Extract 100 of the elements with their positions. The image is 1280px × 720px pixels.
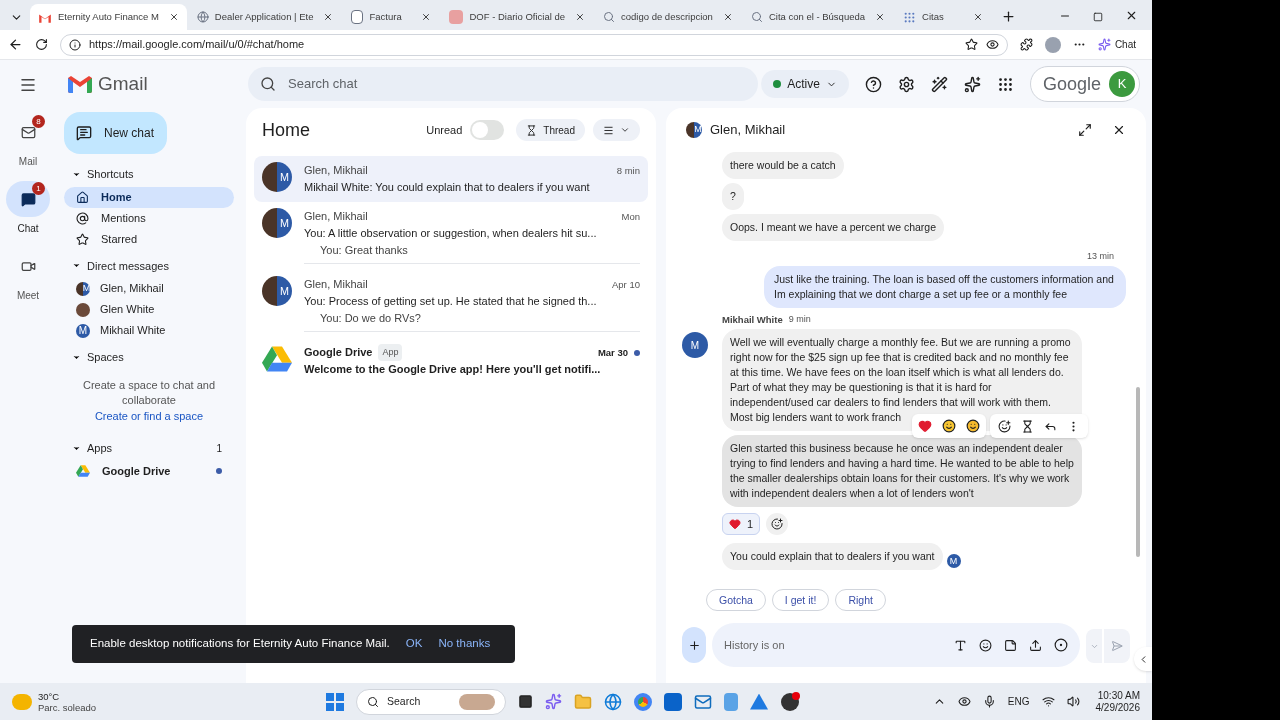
thread-icon[interactable] xyxy=(1021,419,1034,433)
drive-icon xyxy=(76,464,90,478)
nav-item[interactable]: Home xyxy=(64,186,234,208)
sticker-icon[interactable] xyxy=(1004,638,1017,652)
chrome-icon[interactable] xyxy=(634,692,652,711)
close-icon[interactable] xyxy=(168,12,179,22)
received-message: there would be a catch xyxy=(722,152,844,179)
rail-label: Mail xyxy=(18,155,38,169)
wifi-icon[interactable] xyxy=(1041,695,1055,708)
reaction-chip[interactable]: 1 xyxy=(722,513,761,535)
conversation-row[interactable]: Google Drive App Mar 30 Welcome to the Google Drive app! Here you'll get notifi... xyxy=(254,338,648,384)
settings-icon[interactable] xyxy=(897,75,915,93)
chat-title: Glen, Mikhail xyxy=(710,121,787,140)
search-icon xyxy=(750,11,763,23)
conversation-row[interactable]: M Glen, Mikhail Apr 10 You: Process of getting set up. He stated that he signed th... You: Do we do RVs? xyxy=(254,270,648,338)
message-input[interactable]: History is on xyxy=(712,623,1080,667)
close-icon[interactable] xyxy=(575,12,585,22)
restore-icon[interactable] xyxy=(1093,12,1103,22)
wand-icon[interactable] xyxy=(930,75,948,93)
apps-icon[interactable] xyxy=(996,75,1014,93)
contact-name[interactable]: Glen, Mikhail xyxy=(100,280,164,297)
profile-avatar[interactable] xyxy=(1044,36,1061,53)
help-icon[interactable] xyxy=(864,75,882,93)
record-icon[interactable] xyxy=(1054,638,1068,652)
add-reaction-button[interactable] xyxy=(766,513,789,535)
browser-tab[interactable]: Citas xyxy=(895,4,992,30)
account-button[interactable]: Google K xyxy=(1029,66,1140,102)
sparkle-icon[interactable] xyxy=(963,75,981,93)
heart-icon[interactable] xyxy=(918,419,932,433)
close-icon[interactable] xyxy=(875,12,886,22)
privacy-icon[interactable] xyxy=(957,695,971,708)
no-thanks-button[interactable]: No thanks xyxy=(438,635,491,653)
upload-icon[interactable] xyxy=(1029,638,1042,652)
nav-item[interactable]: Mentions xyxy=(64,207,234,229)
copilot-icon[interactable] xyxy=(545,693,562,710)
contact-name[interactable]: Mikhail White xyxy=(100,322,166,339)
taskbar-search[interactable]: Search xyxy=(356,688,506,715)
browser-tab[interactable]: Eternity Auto Finance M xyxy=(30,4,187,30)
task-view-icon[interactable] xyxy=(518,694,533,709)
contact-name[interactable]: Glen White xyxy=(100,301,155,318)
emoji-icon[interactable] xyxy=(979,638,992,652)
recorder-icon[interactable] xyxy=(780,691,800,712)
clock-date: 4/29/2026 xyxy=(1095,701,1140,714)
add-reaction-icon[interactable] xyxy=(998,419,1011,433)
create-space-link[interactable]: Create or find a space xyxy=(94,409,204,422)
windows-logo-icon[interactable] xyxy=(326,692,344,711)
conversation-preview: You: A little observation or suggestion, when dealers hit su... xyxy=(304,226,598,241)
smile-icon[interactable] xyxy=(942,419,956,433)
ok-button[interactable]: OK xyxy=(405,635,423,653)
mail-icon[interactable] xyxy=(694,692,712,711)
star-icon[interactable] xyxy=(964,38,978,51)
received-message: Glen started this business because he once was an independent dealer trying to find lenders and having a hard time. He wanted to be able to help the smaller dealerships obtain loans for their customers. It's why we work with independent dealers when a lot of lenders won't xyxy=(722,435,1082,507)
chat-icon xyxy=(20,191,36,207)
menu-icon[interactable] xyxy=(19,76,37,94)
expand-icon[interactable] xyxy=(1078,123,1092,137)
volume-icon[interactable] xyxy=(1066,695,1080,708)
close-icon[interactable] xyxy=(722,12,733,22)
thread-button[interactable]: Thread xyxy=(516,119,585,141)
close-icon[interactable] xyxy=(421,12,432,22)
store-icon[interactable] xyxy=(664,692,682,711)
browser-tab[interactable]: Factura xyxy=(343,4,440,30)
tab-title: Cita con el - Búsqueda xyxy=(768,9,866,24)
rail-button[interactable]: 8 xyxy=(6,114,50,150)
unread-toggle[interactable] xyxy=(470,120,505,140)
site-info-icon[interactable] xyxy=(69,38,81,51)
tab-title: Factura xyxy=(369,9,403,24)
close-icon[interactable] xyxy=(323,12,334,22)
mail-icon xyxy=(20,124,36,140)
status-button[interactable]: Active xyxy=(761,70,849,98)
rail-button[interactable]: 1 xyxy=(6,181,50,217)
language-indicator[interactable]: ENG xyxy=(1007,694,1030,709)
rail-label: Chat xyxy=(17,222,39,236)
nav-item[interactable]: Starred xyxy=(64,228,234,250)
copilot-label[interactable]: Chat xyxy=(1114,37,1144,52)
chat-icon xyxy=(76,125,92,141)
search-field[interactable]: Search chat xyxy=(248,67,758,101)
close-icon[interactable] xyxy=(973,12,984,22)
conversation-row[interactable]: M Glen, Mikhail Mon You: A little observation or suggestion, when dealers hit su... You: Great thanks xyxy=(254,202,648,270)
copilot-icon[interactable] xyxy=(1097,38,1111,51)
conversation-row[interactable]: M Glen, Mikhail 8 min Mikhail White: You could explain that to dealers if you want xyxy=(254,156,648,202)
close-window-icon[interactable] xyxy=(1125,9,1138,22)
browser-tab[interactable]: Dealer Application | Ete xyxy=(188,4,342,30)
message-time: 9 min xyxy=(788,313,811,326)
new-chat-button[interactable]: New chat xyxy=(64,112,167,154)
close-icon[interactable] xyxy=(1112,123,1126,137)
browser-tab[interactable]: Cita con el - Búsqueda xyxy=(742,4,894,30)
new-tab-icon[interactable] xyxy=(1001,9,1017,24)
grin-icon[interactable] xyxy=(966,419,980,433)
extensions-icon[interactable] xyxy=(1019,38,1033,51)
mic-icon[interactable] xyxy=(982,695,996,708)
format-icon[interactable] xyxy=(954,638,967,652)
back-icon[interactable] xyxy=(8,37,23,52)
sent-message: Just like the training. The loan is based off the customers information and Im explaining that we dont charge a set up fee or a monthly fee xyxy=(764,266,1126,308)
app-name[interactable]: Google Drive xyxy=(102,462,204,480)
browser-tab[interactable]: DOF - Diario Oficial de xyxy=(441,4,593,30)
view-button[interactable] xyxy=(593,119,640,141)
browser-tab[interactable]: codigo de descripcion xyxy=(595,4,741,30)
browser-icon[interactable] xyxy=(604,692,622,711)
eye-icon[interactable] xyxy=(985,38,999,51)
reload-icon[interactable] xyxy=(35,38,48,51)
